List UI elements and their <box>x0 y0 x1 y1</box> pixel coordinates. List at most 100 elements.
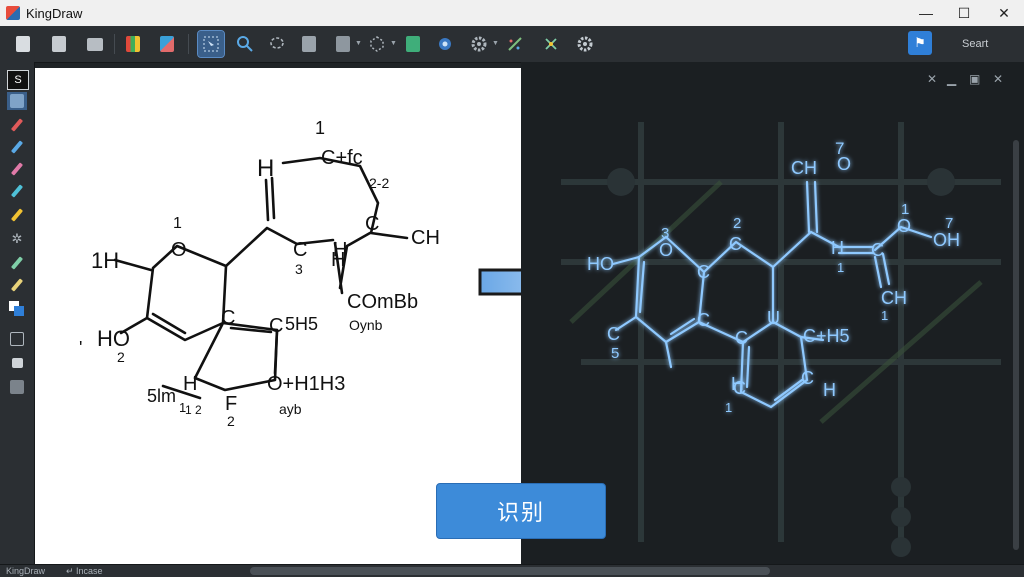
molecule-3d-icon[interactable] <box>538 31 564 57</box>
toolbar-separator <box>114 34 115 54</box>
preferences-gear-icon[interactable] <box>572 31 598 57</box>
status-app-name: KingDraw <box>6 566 46 576</box>
lock-icon[interactable] <box>7 354 27 372</box>
search-label[interactable]: Seart <box>962 38 988 50</box>
select-arrow-icon[interactable]: S <box>7 70 29 90</box>
mol-label: CH <box>881 288 907 308</box>
status-zoom[interactable]: ↵ Incase <box>66 565 103 577</box>
mol-label: F <box>225 393 237 415</box>
recognize-button[interactable]: 识别 <box>436 483 606 539</box>
mol-label: O <box>897 216 911 236</box>
status-bar: KingDraw ↵ Incase <box>0 564 1024 577</box>
templates-icon[interactable] <box>120 31 146 57</box>
mol-label: C <box>697 262 710 282</box>
select-tool-icon[interactable] <box>197 30 225 58</box>
title-bar: KingDraw <box>0 0 1024 27</box>
mol-label: C <box>871 240 884 260</box>
mol-label: H <box>257 155 274 182</box>
eraser-icon[interactable] <box>296 31 322 57</box>
mol-label: H <box>731 374 744 394</box>
mol-label: 3 <box>295 261 303 277</box>
reaction-arrow-icon[interactable] <box>502 31 528 57</box>
mol-label: 1 <box>881 308 888 323</box>
mol-label: O <box>171 239 187 261</box>
pen-green-icon[interactable] <box>7 254 27 272</box>
mol-label: 1H <box>91 248 119 273</box>
lasso-icon[interactable] <box>264 31 290 57</box>
recognition-tool-icon[interactable] <box>432 31 458 57</box>
mol-label: C <box>801 368 814 388</box>
mol-label: C <box>697 310 710 330</box>
ring-tool-chevron-down-icon[interactable]: ▼ <box>390 40 397 47</box>
window-title: KingDraw <box>26 5 83 21</box>
mol-label: 5lm <box>147 386 176 406</box>
pen-blue-icon[interactable] <box>7 138 27 156</box>
new-file-icon[interactable] <box>10 31 36 57</box>
mol-label: 1 <box>173 215 182 232</box>
left-toolbar: S ✲ <box>0 62 35 564</box>
mol-label: O <box>659 240 673 260</box>
mol-label: O+H1H3 <box>267 373 345 395</box>
mol-label: O <box>837 154 851 174</box>
layers-icon[interactable] <box>7 378 27 396</box>
toolbar-separator <box>188 34 189 54</box>
mol-label: 2 <box>227 413 235 429</box>
horizontal-scrollbar[interactable] <box>250 567 770 575</box>
mol-label: H <box>183 373 197 395</box>
atom-tool-icon[interactable] <box>400 31 426 57</box>
pen-cyan-icon[interactable] <box>7 182 27 200</box>
maximize-button[interactable]: ☐ <box>944 0 984 26</box>
copy-icon[interactable] <box>154 31 180 57</box>
mol-label: C <box>735 328 748 348</box>
ring-tool-icon[interactable] <box>364 31 390 57</box>
mol-label: 1 <box>725 400 732 415</box>
mol-label: C+fc <box>321 147 363 169</box>
mol-label: COmBb <box>347 291 418 313</box>
folder-icon[interactable] <box>82 31 108 57</box>
bond-tool-chevron-down-icon[interactable]: ▼ <box>355 40 362 47</box>
close-button[interactable]: ✕ <box>984 0 1024 26</box>
mol-label: C+H5 <box>803 326 850 346</box>
mol-label: C <box>607 324 620 344</box>
pen-pink-icon[interactable] <box>7 160 27 178</box>
mol-label: C <box>365 213 379 235</box>
mol-label: HO <box>587 254 614 274</box>
main-toolbar: ▼ ▼ ▼ <box>0 26 1024 63</box>
mol-label: ayb <box>279 401 302 417</box>
vertical-scrollbar[interactable] <box>1013 140 1019 550</box>
mol-label: CH <box>791 158 817 178</box>
marquee-icon[interactable] <box>7 92 27 110</box>
settings-chevron-down-icon[interactable]: ▼ <box>492 40 499 47</box>
mol-label: C <box>293 239 307 261</box>
mol-label: C <box>729 234 742 254</box>
kingdraw-logo-icon <box>6 6 20 20</box>
mol-label: 2 <box>117 349 125 365</box>
mol-label: OH <box>933 230 960 250</box>
settings-gear-icon[interactable] <box>466 31 492 57</box>
pencil-icon[interactable] <box>7 276 27 294</box>
chain-tool-icon[interactable]: ✲ <box>7 230 27 248</box>
mol-label: H <box>823 380 836 400</box>
zoom-icon[interactable] <box>232 31 258 57</box>
bond-tool-icon[interactable] <box>330 31 356 57</box>
pen-yellow-icon[interactable] <box>7 206 27 224</box>
mol-label: C <box>269 315 283 337</box>
pen-red-icon[interactable] <box>7 116 27 134</box>
mol-label: 2-2 <box>369 175 389 191</box>
mol-label: H <box>831 238 844 258</box>
mol-label: 5 <box>611 345 619 362</box>
mol-label: 2 <box>733 215 741 232</box>
color-picker-icon[interactable] <box>7 300 27 318</box>
search-icon[interactable]: ⚑ <box>908 31 932 55</box>
mol-label: 5H5 <box>285 314 318 334</box>
mol-label: 1 <box>315 118 325 138</box>
mol-label: HO <box>97 326 130 351</box>
open-file-icon[interactable] <box>46 31 72 57</box>
mol-label: CH <box>411 227 440 249</box>
rectangle-tool-icon[interactable] <box>7 330 27 348</box>
mol-label: ' <box>79 338 82 358</box>
mol-label: Oynb <box>349 317 383 333</box>
minimize-button[interactable]: — <box>906 0 946 26</box>
mol-label: 1 <box>837 260 844 275</box>
mol-label: U <box>767 308 780 328</box>
